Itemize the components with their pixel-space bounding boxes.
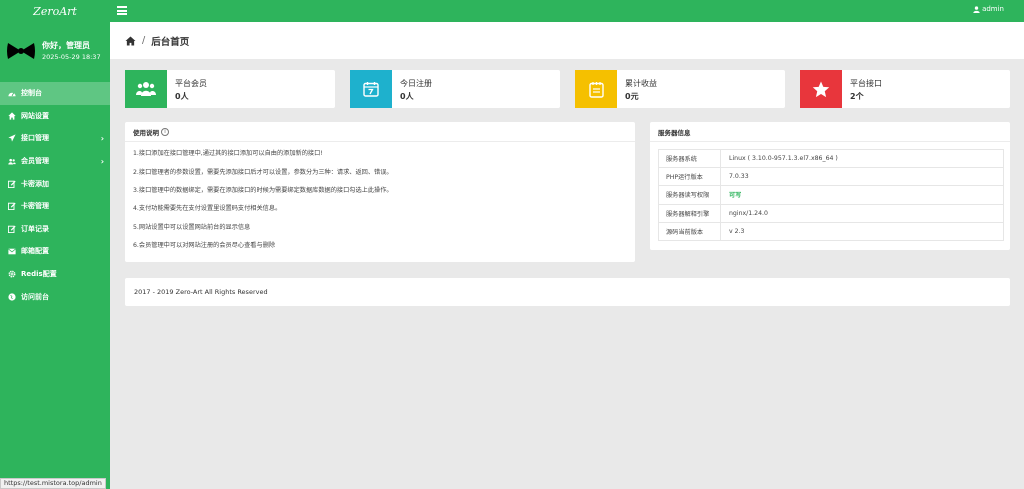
profile-greeting: 你好，管理员 xyxy=(42,41,90,50)
breadcrumb-separator: / xyxy=(142,35,146,46)
stat-card-members: 平台会员 0人 xyxy=(125,70,335,108)
page-title: 后台首页 xyxy=(151,36,190,48)
stat-label: 平台会员 xyxy=(175,79,207,88)
breadcrumb: / 后台首页 xyxy=(110,22,1024,59)
status-url: https://test.mistora.top/admin xyxy=(0,478,106,489)
server-info-value: 7.0.33 xyxy=(720,167,1004,187)
settings-icon xyxy=(8,270,16,278)
edit-icon xyxy=(8,225,16,233)
top-navbar: ZeroArt admin xyxy=(0,0,1024,22)
usage-title: 使用说明 xyxy=(133,128,159,137)
sidebar-item-label: 卡密添加 xyxy=(21,179,49,188)
sidebar-item-label: 网站设置 xyxy=(21,111,49,120)
server-info-value: 可写 xyxy=(720,185,1004,205)
stat-value: 0人 xyxy=(175,92,189,101)
usage-line: 3.接口管理中的数据绑定，需要在添加接口的时候为需要绑定数据库数据的接口勾选上此… xyxy=(133,186,393,194)
stat-value: 0人 xyxy=(400,92,414,101)
copyright-text: 2017 - 2019 Zero-Art All Rights Reserved xyxy=(134,288,268,296)
mail-icon xyxy=(8,247,16,255)
table-row: PHP运行版本 7.0.33 xyxy=(658,167,1004,187)
usage-line: 5.网站设置中可以设置网站前台的显示信息 xyxy=(133,223,251,231)
user-menu[interactable]: admin xyxy=(973,5,1004,13)
sidebar-item[interactable]: 卡密管理 xyxy=(0,195,110,218)
server-info-header: 服务器信息 xyxy=(650,122,1010,142)
sidebar-item-label: 访问前台 xyxy=(21,292,49,301)
server-info-key: 服务器系统 xyxy=(658,148,721,169)
sidebar-item-label: Redis配置 xyxy=(21,270,57,279)
user-icon xyxy=(973,5,980,13)
sidebar-item-label: 邮箱配置 xyxy=(21,247,49,256)
sidebar-item-label: 接口管理 xyxy=(21,134,49,143)
sidebar: 你好，管理员 2025-05-29 18:37 控制台 网站设置 接口管理 › 会员管理… xyxy=(0,0,110,489)
sidebar-item[interactable]: 控制台 xyxy=(0,82,110,105)
table-row: 源码当前版本 v 2.3 xyxy=(658,221,1004,241)
sidebar-item[interactable]: 邮箱配置 xyxy=(0,240,110,263)
chevron-right-icon: › xyxy=(100,134,104,144)
sidebar-item[interactable]: 访问前台 xyxy=(0,285,110,308)
footer: 2017 - 2019 Zero-Art All Rights Reserved xyxy=(125,278,1010,306)
stat-card-interfaces: 平台接口 2个 xyxy=(800,70,1010,108)
usage-line: 1.接口添加在接口管理中,通过其的接口添加可以自由的添加新的接口! xyxy=(133,150,323,158)
users-icon xyxy=(125,70,167,108)
sidebar-item[interactable]: 订单记录 xyxy=(0,218,110,241)
server-info-value: nginx/1.24.0 xyxy=(720,203,1004,223)
globe-icon xyxy=(8,293,16,301)
edit-icon xyxy=(8,202,16,211)
server-info-value: Linux ( 3.10.0-957.1.3.el7.x86_64 ) xyxy=(720,148,1004,169)
chevron-right-icon: › xyxy=(100,156,104,166)
stat-card-registrations: 今日注册 0人 xyxy=(350,70,560,108)
home-icon xyxy=(8,112,16,120)
table-row: 服务器解释引擎 nginx/1.24.0 xyxy=(658,203,1004,223)
dashboard-icon xyxy=(8,89,16,97)
sidebar-item-label: 订单记录 xyxy=(21,224,49,233)
send-icon xyxy=(8,134,16,143)
star-icon xyxy=(800,70,842,108)
user-name: admin xyxy=(982,5,1004,13)
server-info-key: 源码当前版本 xyxy=(658,221,721,241)
stat-card-earnings: 累计收益 0元 xyxy=(575,70,785,108)
usage-line: 4.支付功能需要先在支付设置里设置码支付相关信息。 xyxy=(133,205,282,213)
table-row: 服务器读写权限 可写 xyxy=(658,185,1004,205)
sidebar-item[interactable]: 卡密添加 xyxy=(0,172,110,195)
home-icon[interactable] xyxy=(125,35,136,46)
help-icon[interactable]: i xyxy=(161,127,169,136)
server-info-title: 服务器信息 xyxy=(658,128,691,137)
stat-value: 0元 xyxy=(625,92,639,101)
usage-list: 1.接口添加在接口管理中,通过其的接口添加可以自由的添加新的接口! 2.接口管理者… xyxy=(125,142,635,255)
sidebar-item-label: 控制台 xyxy=(21,89,42,98)
notepad-icon xyxy=(575,70,617,108)
server-info-key: 服务器读写权限 xyxy=(658,185,721,205)
stat-label: 今日注册 xyxy=(400,79,432,88)
server-info-table: 服务器系统 Linux ( 3.10.0-957.1.3.el7.x86_64 )… xyxy=(658,148,1004,241)
usage-line: 6.会员管理中可以对网站注册的会员尽心查看与删除 xyxy=(133,242,276,250)
server-info-key: 服务器解释引擎 xyxy=(658,203,721,223)
edit-icon xyxy=(8,180,16,188)
usage-panel: 使用说明 i 1.接口添加在接口管理中,通过其的接口添加可以自由的添加新的接口!… xyxy=(125,122,635,262)
avatar xyxy=(7,43,35,59)
server-info-key: PHP运行版本 xyxy=(658,167,721,187)
sidebar-item[interactable]: 会员管理 › xyxy=(0,150,110,173)
menu-toggle-icon[interactable] xyxy=(117,6,127,15)
usage-line: 2.接口管理者的参数设置，需要先添加接口后才可以设置，参数分为三种：请求、返回、… xyxy=(133,168,393,176)
calendar-icon xyxy=(350,70,392,108)
user-profile: 你好，管理员 2025-05-29 18:37 xyxy=(0,22,110,80)
brand-logo[interactable]: ZeroArt xyxy=(0,0,110,22)
sidebar-menu: 控制台网站设置接口管理 › 会员管理 › 卡密添加卡密管理订单记录邮箱配置 Redis配置… xyxy=(0,82,110,308)
usage-panel-header: 使用说明 i xyxy=(125,122,635,142)
users-icon xyxy=(8,157,16,165)
sidebar-item[interactable]: 接口管理 › xyxy=(0,127,110,150)
table-row: 服务器系统 Linux ( 3.10.0-957.1.3.el7.x86_64 ) xyxy=(658,148,1004,169)
profile-datetime: 2025-05-29 18:37 xyxy=(42,53,101,61)
sidebar-item[interactable]: 网站设置 xyxy=(0,105,110,128)
sidebar-item-label: 会员管理 xyxy=(21,157,49,166)
sidebar-item[interactable]: Redis配置 xyxy=(0,263,110,286)
sidebar-item-label: 卡密管理 xyxy=(21,202,49,211)
server-info-panel: 服务器信息 服务器系统 Linux ( 3.10.0-957.1.3.el7.x8… xyxy=(650,122,1010,250)
server-info-value: v 2.3 xyxy=(720,221,1004,241)
stat-value: 2个 xyxy=(850,92,864,101)
stat-label: 平台接口 xyxy=(850,79,882,88)
stat-label: 累计收益 xyxy=(625,79,657,88)
